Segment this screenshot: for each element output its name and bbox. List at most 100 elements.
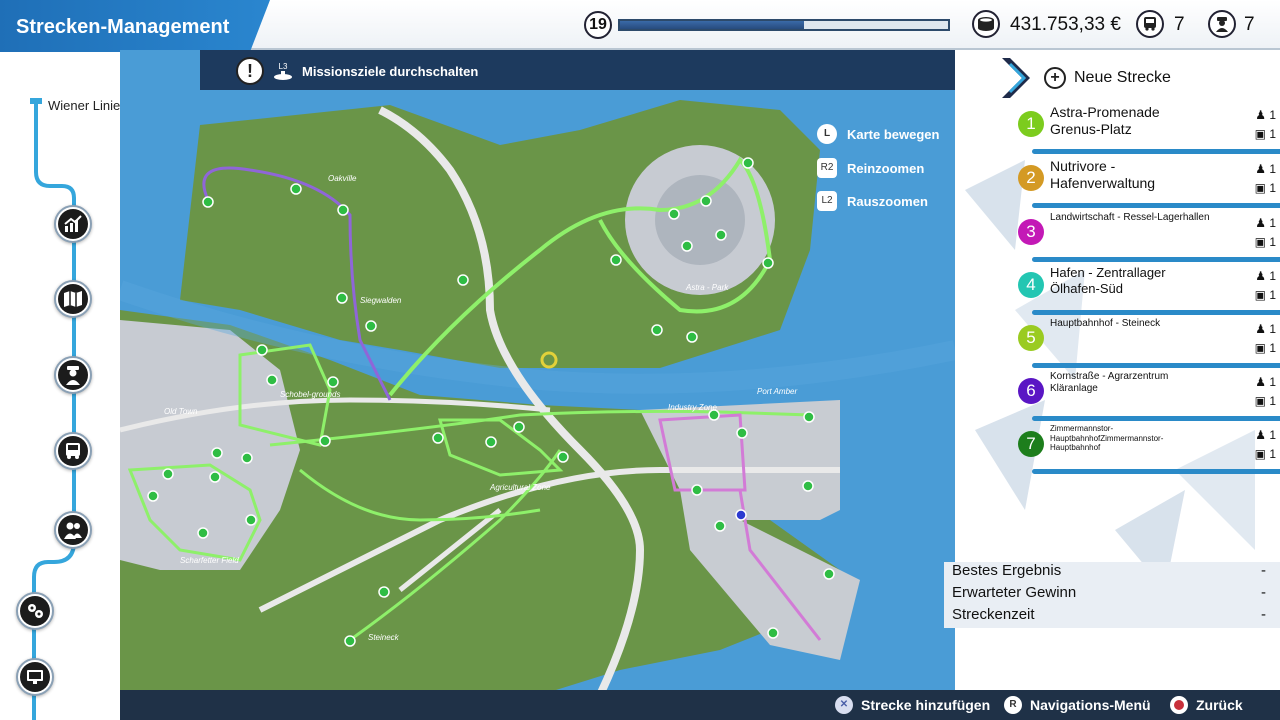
route-row[interactable]: 7 Zimmermannstor-HauptbahnhofZimmermannst…	[1018, 424, 1280, 476]
route-row[interactable]: 1 Astra-Promenade Grenus-Platz ♟ 1 ▣ 1	[1018, 104, 1280, 156]
bus-icon: ▣	[1254, 341, 1266, 355]
district-label: Port Amber	[757, 387, 797, 396]
hint-move-map: L Karte bewegen	[817, 124, 939, 144]
r-stick-icon: R	[1004, 696, 1022, 714]
district-label: Industry Zone	[668, 403, 717, 412]
route-name: Zimmermannstor-HauptbahnhofZimmermannsto…	[1050, 424, 1164, 453]
route-driver-count: 1	[1269, 322, 1276, 336]
route-number-badge: 6	[1018, 378, 1044, 404]
bus-icon: ▣	[1254, 235, 1266, 249]
route-stats: ♟ 1 ▣ 1	[1255, 373, 1276, 411]
title-banner: Strecken-Management	[0, 0, 270, 56]
bottom-bar: ✕ Strecke hinzufügen R Navigations-Menü …	[120, 690, 1280, 720]
driver-icon: ♟	[1255, 162, 1266, 176]
money-icon	[972, 10, 1000, 38]
bus-icon: ▣	[1254, 288, 1266, 302]
route-underline	[1032, 257, 1280, 262]
route-bus-count: 1	[1269, 288, 1276, 302]
mission-toggle[interactable]: ! L3 Missionsziele durchschalten	[236, 52, 478, 90]
route-stats: ♟ 1 ▣ 1	[1255, 320, 1276, 358]
driver-icon: ♟	[1255, 375, 1266, 389]
route-row[interactable]: 6 Kornstraße - Agrarzentrum Kläranlage ♟ 1…	[1018, 371, 1280, 423]
route-name: Astra-Promenade Grenus-Platz	[1050, 104, 1160, 137]
city-map[interactable]: Oakville Siegwalden Astra - Park Old Tow…	[120, 50, 955, 695]
level-progress-fill	[620, 21, 804, 29]
driver-icon: ♟	[1255, 108, 1266, 122]
route-number-badge: 2	[1018, 165, 1044, 191]
alert-icon: !	[236, 57, 264, 85]
driver-icon: ♟	[1255, 216, 1266, 230]
route-bus-count: 1	[1269, 394, 1276, 408]
mission-toggle-label: Missionsziele durchschalten	[302, 63, 479, 79]
route-row[interactable]: 4 Hafen - Zentrallager Ölhafen-Süd ♟ 1 ▣ 1	[1018, 265, 1280, 317]
back-button[interactable]: Zurück	[1170, 696, 1243, 714]
hint-zoom-out: L2 Rauszoomen	[817, 191, 928, 211]
district-label: Astra - Park	[685, 283, 729, 292]
route-name: Kornstraße - Agrarzentrum Kläranlage	[1050, 371, 1169, 394]
route-row[interactable]: 3 Landwirtschaft - Ressel-Lagerhallen ♟ 1 ▣…	[1018, 212, 1280, 264]
route-underline	[1032, 310, 1280, 315]
route-stats: ♟ 1 ▣ 1	[1255, 214, 1276, 252]
chevron-right-icon	[1002, 58, 1030, 98]
driver-icon: ♟	[1255, 269, 1266, 283]
bus-count-icon	[1136, 10, 1164, 38]
district-label: Steineck	[368, 633, 400, 642]
map-icon[interactable]	[54, 280, 92, 318]
plus-icon: +	[1044, 67, 1066, 89]
map-canvas[interactable]: Oakville Siegwalden Astra - Park Old Tow…	[120, 50, 955, 695]
district-label: Old Town	[164, 407, 198, 416]
bus-icon: ▣	[1254, 181, 1266, 195]
new-route-label: Neue Strecke	[1074, 69, 1171, 86]
route-number-badge: 3	[1018, 219, 1044, 245]
district-label: Agricultural Zone	[489, 483, 551, 492]
route-driver-count: 1	[1269, 108, 1276, 122]
settings-icon[interactable]	[16, 592, 54, 630]
route-bus-count: 1	[1269, 181, 1276, 195]
driver-icon: ♟	[1255, 322, 1266, 336]
driver-count-icon	[1208, 10, 1236, 38]
bus-icon[interactable]	[54, 432, 92, 470]
route-stats: ♟ 1 ▣ 1	[1255, 426, 1276, 464]
expected-profit-row: Erwarteter Gewinn -	[944, 584, 1280, 606]
bus-count: 7	[1174, 14, 1185, 35]
hint-zoom-in: R2 Reinzoomen	[817, 158, 924, 178]
route-name: Nutrivore - Hafenverwaltung	[1050, 158, 1156, 191]
route-underline	[1032, 363, 1280, 368]
l2-button-icon: L2	[817, 191, 837, 211]
route-bus-count: 1	[1269, 447, 1276, 461]
district-label: Schobel-grounds	[280, 390, 340, 399]
route-time-row: Streckenzeit -	[944, 606, 1280, 628]
level-progress-bar	[618, 19, 950, 31]
statistics-icon[interactable]	[54, 205, 92, 243]
route-number-badge: 4	[1018, 272, 1044, 298]
route-underline	[1032, 416, 1280, 421]
bus-icon: ▣	[1254, 447, 1266, 461]
navigation-menu-button[interactable]: R Navigations-Menü	[1004, 696, 1151, 714]
driver-icon: ♟	[1255, 428, 1266, 442]
driver-icon[interactable]	[54, 356, 92, 394]
route-name: Hauptbahnhof - Steineck	[1050, 318, 1161, 329]
route-bus-count: 1	[1269, 127, 1276, 141]
r2-button-icon: R2	[817, 158, 837, 178]
route-driver-count: 1	[1269, 375, 1276, 389]
route-stats: ♟ 1 ▣ 1	[1255, 160, 1276, 198]
level-badge: 19	[584, 11, 612, 39]
route-name: Landwirtschaft - Ressel-Lagerhallen	[1050, 212, 1210, 223]
people-icon[interactable]	[54, 511, 92, 549]
route-name: Hafen - Zentrallager Ölhafen-Süd	[1050, 265, 1166, 296]
route-row[interactable]: 2 Nutrivore - Hafenverwaltung ♟ 1 ▣ 1	[1018, 158, 1280, 210]
route-driver-count: 1	[1269, 216, 1276, 230]
add-route-button[interactable]: ✕ Strecke hinzufügen	[835, 696, 990, 714]
l-stick-icon: L	[817, 124, 837, 144]
circle-button-icon	[1170, 696, 1188, 714]
route-underline	[1032, 469, 1280, 474]
route-stats: ♟ 1 ▣ 1	[1255, 267, 1276, 305]
l3-stick-icon: L3	[272, 62, 294, 81]
route-underline	[1032, 203, 1280, 208]
route-row[interactable]: 5 Hauptbahnhof - Steineck ♟ 1 ▣ 1	[1018, 318, 1280, 370]
new-route-button[interactable]: + Neue Strecke	[1000, 56, 1171, 100]
route-driver-count: 1	[1269, 269, 1276, 283]
route-driver-count: 1	[1269, 428, 1276, 442]
monitor-icon[interactable]	[16, 658, 54, 696]
bus-icon: ▣	[1254, 127, 1266, 141]
